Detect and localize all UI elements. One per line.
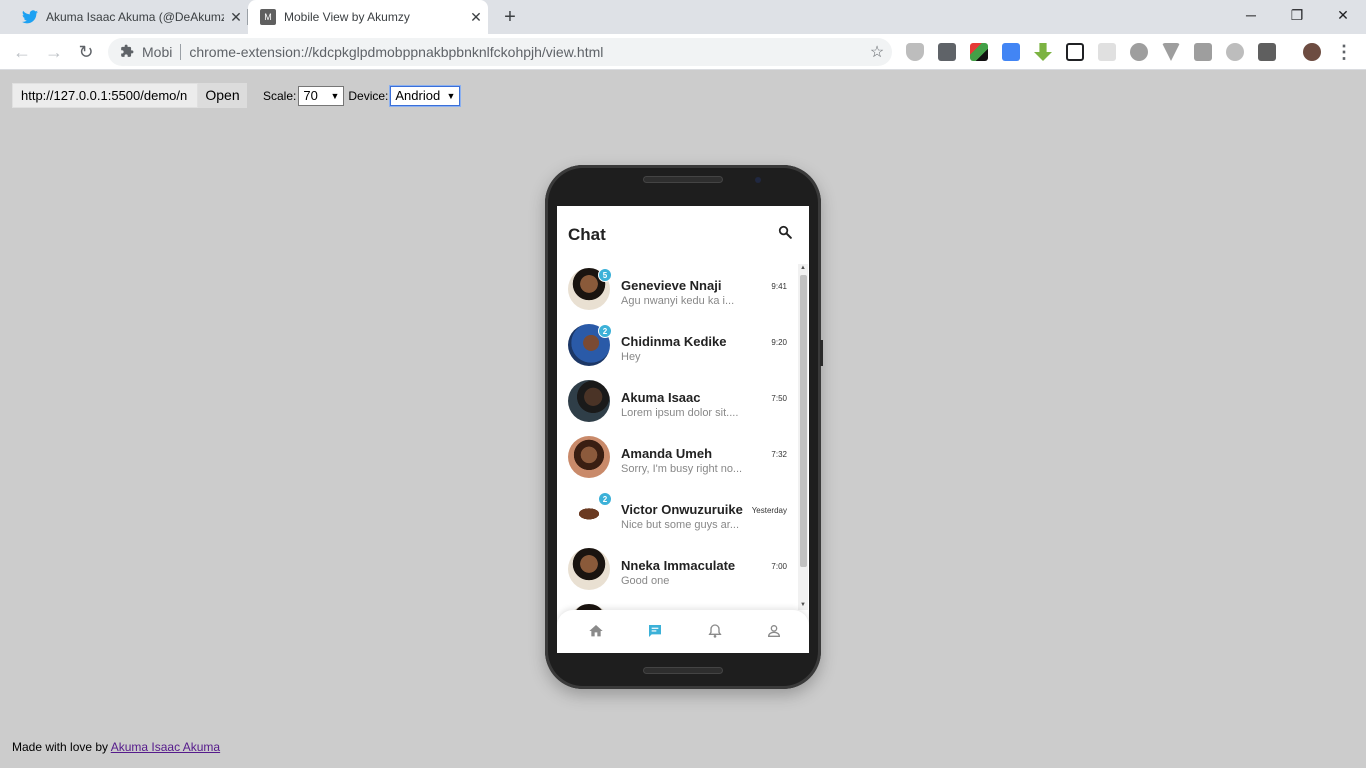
page-title: Chat — [568, 225, 606, 244]
chat-row[interactable]: 2 Victor Onwuzuruike Nice but some guys … — [557, 488, 799, 544]
chat-name: Amanda Umeh — [621, 446, 713, 461]
chat-time: 7:32 — [771, 450, 787, 459]
chat-preview: Sorry, I'm busy right no... — [621, 463, 743, 475]
chat-row[interactable]: Amanda Umeh Sorry, I'm busy right no... … — [557, 432, 799, 488]
back-button[interactable]: ← — [10, 40, 34, 64]
close-tab-icon[interactable]: ✕ — [224, 9, 248, 26]
forward-button[interactable]: → — [42, 40, 66, 64]
tab-twitter[interactable]: Akuma Isaac Akuma (@DeAkumz ✕ — [8, 0, 248, 34]
camera-extension-icon[interactable] — [1194, 43, 1212, 61]
chat-name: Chidinma Kedike — [621, 334, 727, 349]
tab-mobile-view[interactable]: M Mobile View by Akumzy ✕ — [248, 0, 488, 34]
chat-time: 9:20 — [771, 338, 787, 347]
profile-avatar[interactable] — [1303, 43, 1321, 61]
scroll-down-arrow-icon[interactable]: ▼ — [799, 602, 807, 608]
unread-badge: 5 — [598, 268, 612, 282]
phone-side-button — [820, 340, 823, 366]
puzzle-icon — [120, 44, 136, 61]
picture-in-picture-icon[interactable] — [1066, 43, 1084, 61]
caret-down-icon: ▼ — [330, 90, 340, 101]
scale-value: 70 — [303, 88, 318, 103]
open-button[interactable]: Open — [198, 83, 247, 108]
home-icon[interactable] — [588, 623, 604, 639]
avatar — [568, 548, 610, 590]
caret-down-icon: ▼ — [446, 90, 456, 101]
round-extension-icon[interactable] — [1226, 43, 1244, 61]
vue-extension-icon[interactable] — [1162, 43, 1180, 61]
unread-badge: 2 — [598, 492, 612, 506]
tab-label: Akuma Isaac Akuma (@DeAkumz — [46, 10, 224, 24]
chat-preview: Lorem ipsum dolor sit.... — [621, 407, 739, 419]
search-icon[interactable] — [778, 225, 792, 239]
chat-row[interactable]: Nneka Immaculate Good one 7:00 — [557, 544, 799, 600]
close-window-button[interactable]: ✕ — [1320, 0, 1366, 30]
chat-row[interactable]: 2 Chidinma Kedike Hey 9:20 — [557, 320, 799, 376]
chat-time: 7:00 — [771, 562, 787, 571]
phone-speaker-bottom — [643, 667, 723, 674]
compass-extension-icon[interactable] — [1130, 43, 1148, 61]
chat-name: Nneka Immaculate — [621, 558, 736, 573]
chat-name: Genevieve Nnaji — [621, 278, 722, 293]
lightbulb-extension-icon[interactable] — [938, 43, 956, 61]
bottom-navigation — [557, 610, 809, 653]
bell-icon[interactable] — [707, 623, 723, 639]
chat-preview: Agu nwanyi kedu ka i... — [621, 295, 735, 307]
device-label: Device: — [348, 88, 389, 103]
chat-row[interactable] — [557, 600, 799, 610]
scroll-up-arrow-icon[interactable]: ▲ — [799, 265, 807, 271]
chat-icon[interactable] — [647, 623, 663, 639]
chat-list: 5 Genevieve Nnaji Agu nwanyi kedu ka i..… — [557, 264, 799, 610]
menu-kebab-icon[interactable]: ⋮ — [1332, 40, 1356, 64]
twitter-icon — [22, 9, 38, 25]
translate-icon[interactable] — [1002, 43, 1020, 61]
shield-extension-icon[interactable] — [906, 43, 924, 61]
tab-label: Mobile View by Akumzy — [284, 10, 410, 24]
footer: Made with love by Akuma Isaac Akuma — [12, 740, 220, 754]
phone-screen: Chat 5 Genevieve Nnaji Agu nwanyi kedu k… — [557, 206, 809, 653]
scrollbar-thumb[interactable] — [800, 275, 807, 567]
viewer-controls: http://127.0.0.1:5500/demo/n Open Scale:… — [12, 83, 462, 108]
chat-time: 9:41 — [771, 282, 787, 291]
download-extension-icon[interactable] — [1034, 43, 1052, 61]
color-extension-icon[interactable] — [970, 43, 988, 61]
minimize-button[interactable]: ─ — [1228, 0, 1274, 30]
mobi-extension-icon[interactable] — [1258, 43, 1276, 61]
phone-frame: Chat 5 Genevieve Nnaji Agu nwanyi kedu k… — [545, 165, 823, 689]
url-input[interactable]: http://127.0.0.1:5500/demo/n — [12, 83, 198, 108]
chat-preview: Good one — [621, 575, 670, 587]
address-bar[interactable]: Mobi chrome-extension://kdcpkglpdmobppna… — [108, 38, 892, 66]
author-link[interactable]: Akuma Isaac Akuma — [111, 740, 220, 754]
chat-time: 7:50 — [771, 394, 787, 403]
grid-extension-icon[interactable] — [1098, 43, 1116, 61]
new-tab-button[interactable]: + — [498, 5, 522, 29]
chat-row[interactable]: Akuma Isaac Lorem ipsum dolor sit.... 7:… — [557, 376, 799, 432]
avatar — [568, 436, 610, 478]
restore-button[interactable]: ❐ — [1274, 0, 1320, 30]
bookmark-star-icon[interactable]: ☆ — [862, 42, 892, 62]
avatar — [568, 380, 610, 422]
unread-badge: 2 — [598, 324, 612, 338]
chat-name: Akuma Isaac — [621, 390, 701, 405]
address-url: chrome-extension://kdcpkglpdmobppnakbpbn… — [189, 44, 604, 60]
scale-label: Scale: — [263, 88, 297, 103]
browser-toolbar: ← → ↻ Mobi chrome-extension://kdcpkglpdm… — [0, 34, 1366, 70]
chat-preview: Nice but some guys ar... — [621, 519, 739, 531]
device-value: Andriod — [395, 88, 441, 103]
chat-time: Yesterday — [751, 506, 787, 515]
scale-select[interactable]: 70 ▼ — [298, 85, 345, 106]
user-icon[interactable] — [766, 623, 782, 639]
chat-name: Victor Onwuzuruike — [621, 502, 743, 517]
chat-preview: Hey — [621, 351, 641, 363]
chat-row[interactable]: 5 Genevieve Nnaji Agu nwanyi kedu ka i..… — [557, 264, 799, 320]
device-select[interactable]: Andriod ▼ — [389, 84, 462, 107]
footer-text: Made with love by — [12, 740, 111, 754]
phone-camera — [755, 177, 761, 183]
site-chip: Mobi — [142, 44, 173, 60]
tab-strip: Akuma Isaac Akuma (@DeAkumz ✕ M Mobile V… — [0, 0, 1366, 34]
phone-speaker — [643, 176, 723, 183]
reload-button[interactable]: ↻ — [74, 40, 98, 64]
m-favicon-icon: M — [260, 9, 276, 25]
close-tab-icon[interactable]: ✕ — [464, 9, 488, 26]
address-divider — [180, 44, 182, 60]
